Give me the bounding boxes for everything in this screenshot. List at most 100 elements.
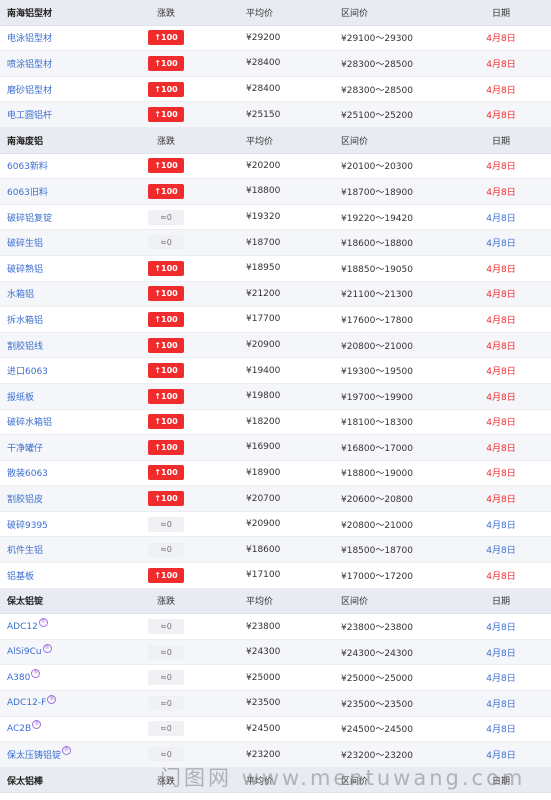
date-value: 4月8日 xyxy=(486,341,516,352)
product-link[interactable]: 电泳铝型材 xyxy=(7,31,52,44)
product-name-cell: ADC12-F ® xyxy=(7,691,147,716)
product-link[interactable]: 散装6063 xyxy=(7,466,48,479)
mark-circle-icon: ® xyxy=(38,618,48,628)
mark-circle-icon: ® xyxy=(62,746,72,756)
price-range: ¥18800～19000 xyxy=(341,469,413,480)
product-name-cell: 割胶铝线 xyxy=(7,333,147,358)
table-row: 电泳铝型材 ↑100 ¥29200 ¥29100～29300 4月8日 xyxy=(0,26,551,52)
price-range: ¥18700～18900 xyxy=(341,187,413,198)
date-value: 4月8日 xyxy=(486,495,516,506)
price-range: ¥18500～18700 xyxy=(341,546,413,557)
average-price: ¥18600 xyxy=(246,544,281,555)
price-range: ¥25000～25000 xyxy=(341,674,413,685)
date-value: 4月8日 xyxy=(486,648,516,659)
product-link[interactable]: 报纸板 xyxy=(7,390,34,403)
change-flat-badge: ≈0 xyxy=(148,542,184,558)
product-name-cell: 机件生铝 xyxy=(7,537,147,562)
price-range: ¥18850～19050 xyxy=(341,264,413,275)
product-link[interactable]: 破碎9395 xyxy=(7,518,48,531)
date-value: 4月8日 xyxy=(486,623,516,634)
change-up-badge: ↑100 xyxy=(148,465,184,481)
product-link[interactable]: 干净罐仔 xyxy=(7,441,43,454)
price-range: ¥18600～18800 xyxy=(341,239,413,250)
product-name-cell: 水箱铝 xyxy=(7,282,147,307)
table-row: AC2B ® ≈0 ¥24500 ¥24500～24500 4月8日 xyxy=(0,717,551,743)
change-up-badge: ↑100 xyxy=(148,30,184,46)
price-range: ¥19700～19900 xyxy=(341,392,413,403)
product-name-cell: 破碎9395 xyxy=(7,512,147,537)
product-link[interactable]: AC2B xyxy=(7,724,31,734)
product-link[interactable]: 破碎铝复锭 xyxy=(7,211,52,224)
date-column-header: 日期 xyxy=(491,136,510,147)
product-link[interactable]: AlSi9Cu xyxy=(7,647,42,657)
product-link[interactable]: 6063旧料 xyxy=(7,185,48,198)
date-value: 4月8日 xyxy=(486,239,516,250)
product-link[interactable]: 进口6063 xyxy=(7,364,48,377)
average-price: ¥17700 xyxy=(246,314,281,325)
change-cell: ≈0 xyxy=(142,717,190,742)
change-flat-badge: ≈0 xyxy=(148,516,184,532)
change-cell: ↑100 xyxy=(142,282,190,307)
date-value: 4月8日 xyxy=(486,751,516,762)
average-price: ¥24300 xyxy=(246,647,281,658)
date-value: 4月8日 xyxy=(486,699,516,710)
table-row: AlSi9Cu ® ≈0 ¥24300 ¥24300～24300 4月8日 xyxy=(0,639,551,666)
product-link[interactable]: A380 xyxy=(7,673,30,683)
product-name-cell: 喷涂铝型材 xyxy=(7,51,147,76)
product-link[interactable]: 电工圆铝杆 xyxy=(7,108,52,121)
product-link[interactable]: ADC12 xyxy=(7,622,38,632)
product-link[interactable]: 保太压铸铝锭 xyxy=(7,748,61,761)
average-price: ¥23200 xyxy=(246,749,281,760)
product-link[interactable]: 喷涂铝型材 xyxy=(7,57,52,70)
product-name-cell: 电泳铝型材 xyxy=(7,26,147,51)
product-link[interactable]: 破碎生铝 xyxy=(7,236,43,249)
table-row: ADC12-F ® ≈0 ¥23500 ¥23500～23500 4月8日 xyxy=(0,691,551,717)
product-name-cell: 破碎生铝 xyxy=(7,230,147,255)
price-range: ¥20600～20800 xyxy=(341,495,413,506)
product-name-cell: 报纸板 xyxy=(7,384,147,409)
change-column-header: 涨跌 xyxy=(156,776,175,787)
average-price: ¥18950 xyxy=(246,263,281,274)
product-link[interactable]: 水箱铝 xyxy=(7,287,34,300)
product-link[interactable]: 铝基板 xyxy=(7,569,34,582)
product-name-cell: 拆水箱铝 xyxy=(7,307,147,332)
table-row: 喷涂铝型材 ↑100 ¥28400 ¥28300～28500 4月8日 xyxy=(0,51,551,77)
price-range: ¥29100～29300 xyxy=(341,34,413,45)
section-header: 保太铝锭 涨跌 平均价 区间价 日期 xyxy=(0,588,551,615)
change-column-header: 涨跌 xyxy=(156,136,175,147)
product-link[interactable]: 割胶铝线 xyxy=(7,339,43,352)
product-link[interactable]: 6063新料 xyxy=(7,159,48,172)
table-row: 破碎铝复锭 ≈0 ¥19320 ¥19220～19420 4月8日 xyxy=(0,205,551,231)
product-link[interactable]: 拆水箱铝 xyxy=(7,313,43,326)
section-header: 南海铝型材 涨跌 平均价 区间价 日期 xyxy=(0,0,551,26)
mark-circle-icon: ® xyxy=(32,720,42,730)
section-header: 南海废铝 涨跌 平均价 区间价 日期 xyxy=(0,127,551,154)
date-value: 4月8日 xyxy=(486,111,516,122)
price-range: ¥20800～21000 xyxy=(341,341,413,352)
average-price: ¥20900 xyxy=(246,519,281,530)
date-value: 4月8日 xyxy=(486,162,516,173)
product-link[interactable]: 破碎水箱铝 xyxy=(7,415,52,428)
price-range: ¥23200～23200 xyxy=(341,751,413,762)
change-cell: ≈0 xyxy=(142,640,190,665)
average-price: ¥23800 xyxy=(246,621,281,632)
change-flat-badge: ≈0 xyxy=(148,747,184,763)
product-link[interactable]: 破碎熟铝 xyxy=(7,262,43,275)
change-column-header: 涨跌 xyxy=(156,597,175,608)
product-name-cell: 铝基板 xyxy=(7,563,147,588)
price-range: ¥28300～28500 xyxy=(341,59,413,70)
average-price: ¥18700 xyxy=(246,237,281,248)
avg-column-header: 平均价 xyxy=(246,597,274,608)
date-value: 4月8日 xyxy=(486,264,516,275)
change-up-badge: ↑100 xyxy=(148,311,184,327)
product-name-cell: 破碎铝复锭 xyxy=(7,205,147,230)
change-cell: ≈0 xyxy=(142,614,190,639)
product-link[interactable]: ADC12-F xyxy=(7,698,46,708)
product-link[interactable]: 磨砂铝型材 xyxy=(7,83,52,96)
product-link[interactable]: 机件生铝 xyxy=(7,543,43,556)
change-flat-badge: ≈0 xyxy=(148,235,184,251)
product-link[interactable]: 割胶铝皮 xyxy=(7,492,43,505)
table-row: 割胶铝线 ↑100 ¥20900 ¥20800～21000 4月8日 xyxy=(0,332,551,359)
change-up-badge: ↑100 xyxy=(148,491,184,507)
range-column-header: 区间价 xyxy=(341,8,369,19)
